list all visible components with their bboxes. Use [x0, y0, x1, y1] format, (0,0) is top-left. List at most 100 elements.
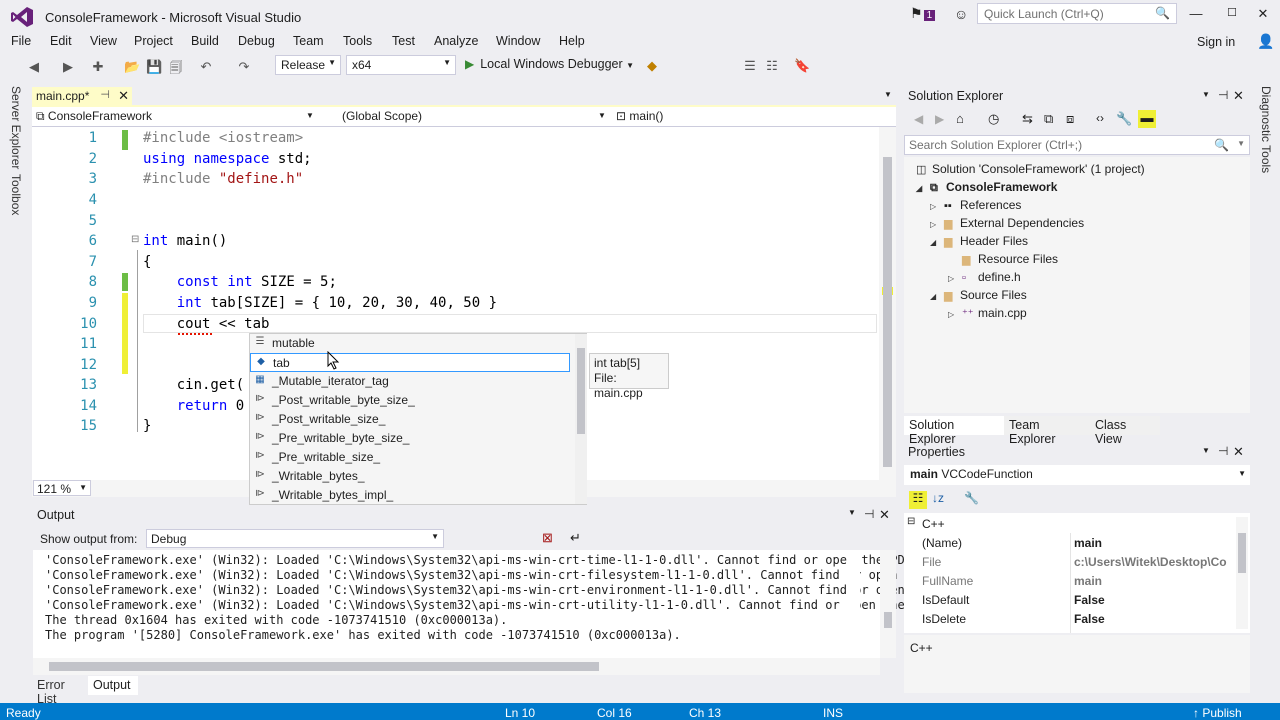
alphabetical-icon[interactable]: ↓z: [932, 491, 944, 505]
new-project-icon[interactable]: ✚: [90, 59, 106, 75]
tree-item-main-cpp[interactable]: ▷ ⁺⁺ main.cpp: [948, 306, 1027, 320]
home-icon[interactable]: ⌂: [956, 111, 964, 126]
menu-file[interactable]: File: [11, 34, 31, 48]
menu-tools[interactable]: Tools: [343, 34, 372, 48]
output-text[interactable]: 'ConsoleFramework.exe' (Win32): Loaded '…: [33, 550, 905, 658]
platform-select[interactable]: x64 ▼: [346, 55, 456, 75]
collapse-icon[interactable]: ⊟: [131, 234, 139, 245]
collapse-all-icon[interactable]: ⧉: [1044, 111, 1053, 127]
output-horizontal-scrollbar[interactable]: [33, 658, 880, 675]
pin-icon[interactable]: ⊣: [1218, 88, 1228, 102]
completion-item[interactable]: ⧐ _Pre_writable_byte_size_: [250, 429, 570, 448]
uncomment-icon[interactable]: ☷: [764, 58, 780, 74]
tab-list-chevron-icon[interactable]: ▼: [884, 90, 892, 99]
diagnostic-tools-tab[interactable]: Diagnostic Tools: [1259, 86, 1273, 173]
scroll-thumb[interactable]: [577, 348, 585, 434]
property-value[interactable]: main: [1074, 574, 1234, 588]
intellisense-completion-list[interactable]: ☰ mutable ◆ tab ▦ _Mutable_iterator_tag ⧐ _P…: [249, 333, 587, 505]
completion-scrollbar[interactable]: [575, 334, 587, 504]
scope-nav-select[interactable]: (Global Scope) ▼: [342, 109, 608, 123]
zoom-select[interactable]: 121 % ▼: [33, 480, 91, 496]
open-file-icon[interactable]: 📂: [124, 59, 140, 75]
tree-item-project[interactable]: ◢ ⧉ ConsoleFramework: [916, 180, 1057, 195]
word-wrap-icon[interactable]: ↵: [570, 530, 581, 546]
clear-all-icon[interactable]: ⊠: [542, 530, 553, 546]
menu-team[interactable]: Team: [293, 34, 324, 48]
close-panel-icon[interactable]: ✕: [1233, 444, 1244, 460]
menu-test[interactable]: Test: [392, 34, 415, 48]
solution-tree[interactable]: ◫ Solution 'ConsoleFramework' (1 project)…: [904, 157, 1250, 413]
save-icon[interactable]: 💾: [146, 59, 162, 75]
pin-icon[interactable]: ⊣: [100, 88, 110, 101]
output-source-select[interactable]: Debug ▼: [146, 529, 444, 548]
tree-item-source-files[interactable]: ◢ ▆ Source Files: [930, 288, 1027, 302]
project-nav-select[interactable]: ⧉ ConsoleFramework ▼: [36, 109, 321, 124]
tree-item-resource-files[interactable]: ▆ Resource Files: [962, 252, 1058, 266]
scroll-thumb[interactable]: [49, 662, 599, 671]
close-window-button[interactable]: ✕: [1253, 6, 1273, 22]
sync-icon[interactable]: ⇆: [1022, 111, 1033, 127]
show-all-files-icon[interactable]: ⧈: [1066, 111, 1074, 127]
tree-item-external-dependencies[interactable]: ▷ ▆ External Dependencies: [930, 216, 1084, 230]
tab-team-explorer[interactable]: Team Explorer: [1004, 416, 1090, 446]
tree-item-solution[interactable]: ◫ Solution 'ConsoleFramework' (1 project): [916, 162, 1145, 176]
tab-class-view[interactable]: Class View: [1090, 416, 1160, 446]
back-icon[interactable]: ◀: [26, 59, 42, 75]
close-panel-icon[interactable]: ✕: [1233, 88, 1244, 104]
property-value[interactable]: False: [1074, 593, 1234, 607]
chevron-down-icon[interactable]: ▼: [1202, 90, 1210, 99]
pin-icon[interactable]: ⊣: [1218, 444, 1228, 458]
wrench-icon[interactable]: 🔧: [1116, 111, 1132, 127]
collapse-icon[interactable]: ⊟: [907, 516, 915, 527]
pin-icon[interactable]: ⊣: [864, 507, 874, 521]
scroll-thumb[interactable]: [884, 612, 892, 628]
maximize-button[interactable]: ☐: [1222, 6, 1242, 22]
editor-vertical-scrollbar[interactable]: [879, 127, 896, 480]
redo-icon[interactable]: ↷: [236, 59, 252, 75]
tree-item-references[interactable]: ▷ ▪▪ References: [930, 198, 1021, 212]
menu-build[interactable]: Build: [191, 34, 219, 48]
quick-launch-input[interactable]: Quick Launch (Ctrl+Q) 🔍: [977, 3, 1177, 24]
completion-item[interactable]: ▦ _Mutable_iterator_tag: [250, 372, 570, 391]
tab-output[interactable]: Output: [88, 676, 138, 695]
configuration-select[interactable]: Release ▼: [275, 55, 341, 75]
tree-item-define-h[interactable]: ▷ ▫ define.h: [948, 270, 1021, 284]
document-tab-main-cpp[interactable]: main.cpp* ⊣ ✕: [32, 87, 132, 105]
completion-item[interactable]: ⧐ _Post_writable_size_: [250, 410, 570, 429]
undo-icon[interactable]: ↶: [198, 59, 214, 75]
property-value[interactable]: c:\Users\Witek\Desktop\Co: [1074, 555, 1234, 569]
menu-help[interactable]: Help: [559, 34, 585, 48]
property-value[interactable]: False: [1074, 612, 1234, 626]
properties-scrollbar[interactable]: [1236, 517, 1248, 629]
forward-icon[interactable]: ▶: [935, 112, 944, 126]
completion-item-selected[interactable]: ◆ tab: [250, 353, 570, 372]
property-pages-icon[interactable]: 🔧: [964, 491, 979, 505]
completion-item[interactable]: ☰ mutable: [250, 334, 570, 353]
close-panel-icon[interactable]: ✕: [879, 507, 890, 523]
comment-icon[interactable]: ☰: [742, 58, 758, 74]
solution-search-input[interactable]: Search Solution Explorer (Ctrl+;) 🔍 ▼: [904, 135, 1250, 155]
chevron-down-icon[interactable]: ▼: [848, 508, 856, 517]
publish-button[interactable]: ↑ Publish: [1193, 706, 1242, 720]
tab-error-list[interactable]: Error List: [32, 676, 88, 706]
minimize-button[interactable]: —: [1186, 6, 1206, 22]
back-icon[interactable]: ◀: [914, 112, 923, 126]
view-code-icon[interactable]: ‹›: [1096, 111, 1104, 125]
close-tab-icon[interactable]: ✕: [118, 88, 129, 104]
feedback-icon[interactable]: ☺: [954, 6, 968, 22]
properties-object-select[interactable]: main VCCodeFunction ▼: [904, 465, 1250, 485]
tab-solution-explorer[interactable]: Solution Explorer: [904, 416, 1004, 446]
toolbox-tab[interactable]: Toolbox: [9, 174, 23, 215]
notifications-button[interactable]: ⚑ 1: [910, 5, 936, 22]
menu-project[interactable]: Project: [134, 34, 173, 48]
categorized-icon[interactable]: ☷: [909, 491, 927, 509]
output-vertical-scrollbar[interactable]: [880, 550, 896, 658]
menu-debug[interactable]: Debug: [238, 34, 275, 48]
find-icon[interactable]: ◆: [644, 58, 660, 74]
member-nav-select[interactable]: ⊡ main(): [616, 109, 886, 123]
completion-item[interactable]: ⧐ _Writable_bytes_impl_: [250, 486, 570, 505]
history-icon[interactable]: ◷: [988, 111, 999, 127]
bookmark-icon[interactable]: 🔖: [794, 58, 810, 74]
completion-item[interactable]: ⧐ _Post_writable_byte_size_: [250, 391, 570, 410]
start-debugging-button[interactable]: ▶ Local Windows Debugger ▼: [465, 57, 634, 71]
